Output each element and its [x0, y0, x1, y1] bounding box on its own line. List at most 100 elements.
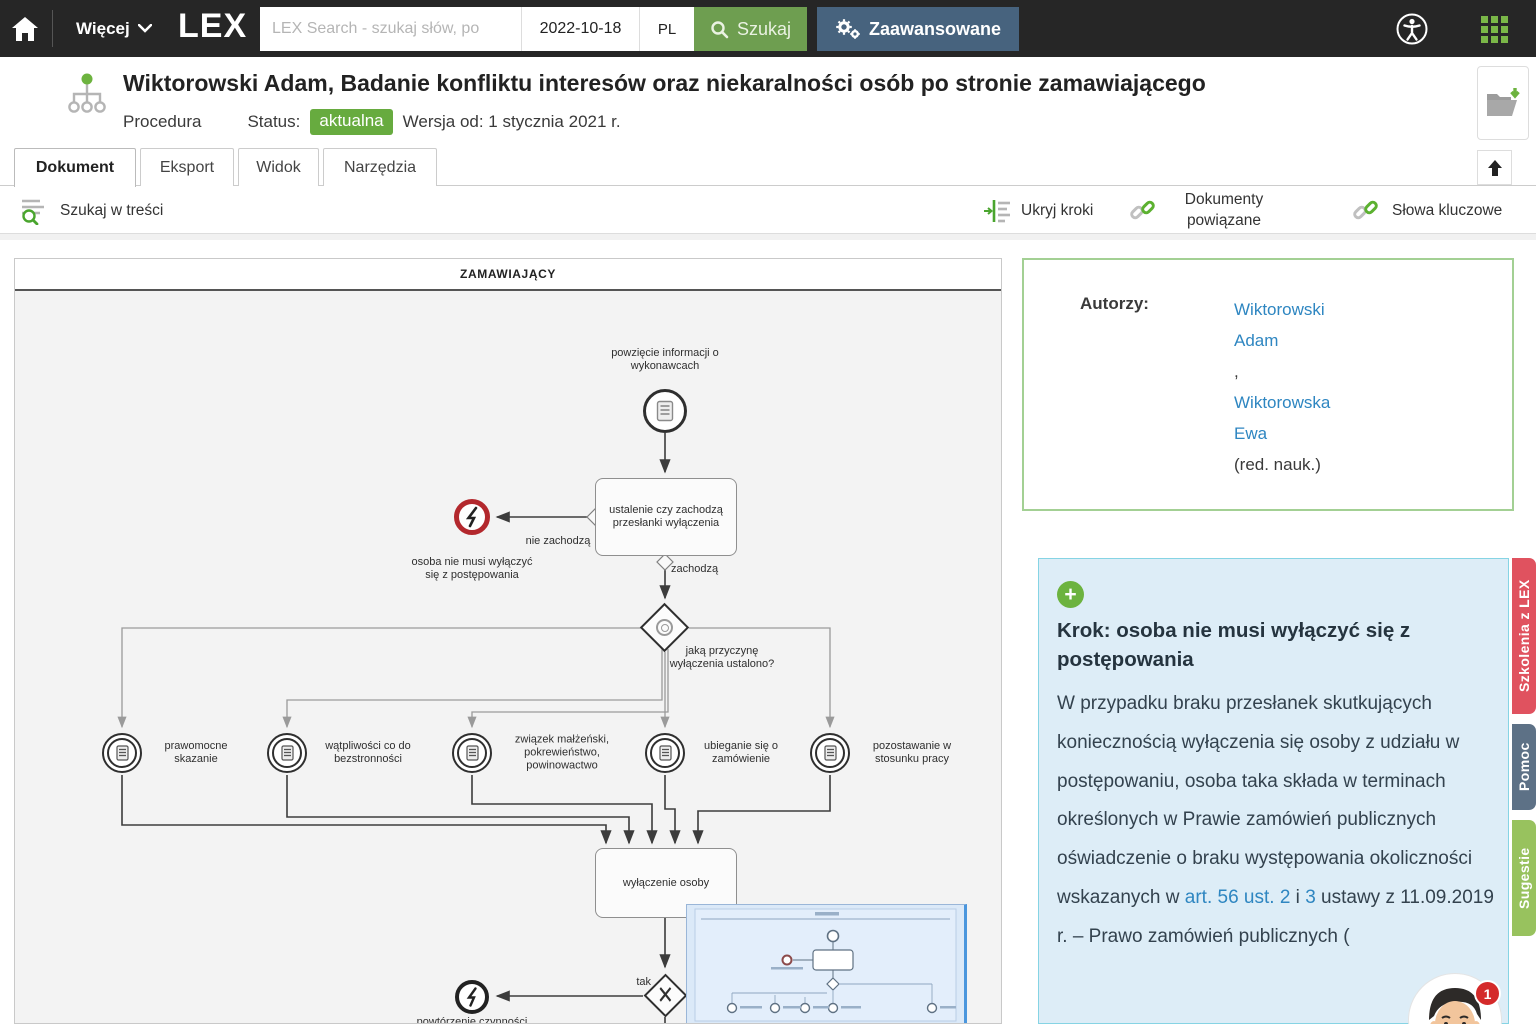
link-icon [1127, 195, 1159, 227]
document-meta: Procedura Status: aktualna Wersja od: 1 … [123, 109, 621, 135]
authors-list: Wiktorowski Adam , Wiktorowska Ewa (red.… [1234, 294, 1356, 480]
search-icon [710, 20, 729, 39]
version-label: Wersja od: 1 stycznia 2021 r. [403, 112, 621, 132]
lex-logo[interactable]: LEX [178, 7, 247, 46]
accessibility-icon [1393, 10, 1431, 48]
scroll-top-button[interactable] [1477, 150, 1512, 185]
advanced-button-label: Zaawansowane [869, 19, 1001, 40]
branch-node-pokrewienstwo[interactable] [452, 733, 492, 773]
edge-label-zachodza: zachodzą [671, 563, 751, 576]
document-icon [824, 745, 837, 761]
home-button[interactable] [0, 0, 50, 57]
search-in-content-button[interactable]: Szukaj w treści [20, 187, 163, 234]
gateway-question-label: jaką przyczynę wyłączenia ustalono? [663, 645, 781, 671]
plus-icon[interactable]: + [1057, 581, 1084, 608]
author-suffix: (red. nauk.) [1234, 449, 1356, 480]
edge-label-tak: tak [607, 976, 651, 989]
procedure-diagram-panel: ZAMAWIAJĄCY [14, 258, 1002, 1024]
hide-steps-label: Ukryj kroki [1021, 202, 1093, 220]
related-documents-button[interactable]: Dokumenty powiązane [1127, 187, 1279, 234]
law-link-art-56[interactable]: art. 56 ust. 2 [1185, 887, 1291, 908]
save-to-folder-button[interactable] [1477, 66, 1529, 140]
link-icon [1350, 195, 1382, 227]
lane-title: ZAMAWIAJĄCY [15, 259, 1001, 291]
branch-node-stosunek-pracy[interactable] [810, 733, 850, 773]
branch-label: wątpliwości co do bezstronności [313, 740, 423, 766]
apps-grid-button[interactable] [1478, 13, 1510, 45]
edge-label-nie-zachodza: nie zachodzą [513, 535, 603, 548]
keywords-button[interactable]: Słowa kluczowe [1350, 187, 1502, 234]
branch-node-bezstronnosc[interactable] [267, 733, 307, 773]
branch-node-zamowienie[interactable] [645, 733, 685, 773]
keywords-label: Słowa kluczowe [1392, 202, 1502, 220]
document-icon [656, 400, 674, 422]
status-badge: aktualna [310, 109, 392, 135]
branch-label: ubieganie się o zamówienie [691, 740, 791, 766]
author-link-wiktorowski-adam[interactable]: Wiktorowski Adam [1234, 300, 1325, 350]
arrow-up-icon [1486, 159, 1504, 177]
edge-tab-szkolenia[interactable]: Szkolenia z LEX [1512, 558, 1536, 714]
step-body-text: W przypadku braku przesłanek skutkującyc… [1057, 693, 1472, 908]
search-button[interactable]: Szukaj [694, 7, 807, 51]
minimap[interactable] [686, 904, 967, 1024]
branch-label: prawomocne skazanie [148, 740, 244, 766]
start-event-label: powzięcie informacji o wykonawcach [595, 347, 735, 373]
lightning-icon [463, 986, 481, 1008]
hide-steps-button[interactable]: Ukryj kroki [983, 187, 1093, 234]
edge-tab-sugestie[interactable]: Sugestie [1512, 820, 1536, 936]
edge-tab-pomoc[interactable]: Pomoc [1512, 724, 1536, 810]
page-title: Wiktorowski Adam, Badanie konfliktu inte… [123, 70, 1423, 97]
document-header: Wiktorowski Adam, Badanie konfliktu inte… [0, 57, 1536, 148]
more-label: Więcej [76, 19, 130, 39]
law-link-ust-3[interactable]: 3 [1305, 887, 1316, 908]
branch-label: związek małżeński, pokrewieństwo, powino… [498, 734, 626, 773]
document-icon [116, 745, 129, 761]
tab-dokument[interactable]: Dokument [14, 148, 136, 187]
chevron-down-icon [138, 24, 152, 33]
authors-box: Autorzy: Wiktorowski Adam , Wiktorowska … [1022, 258, 1514, 511]
end-event-label: osoba nie musi wyłączyć się z postępowan… [410, 556, 534, 582]
document-toolbar: Szukaj w treści Ukryj kroki Dokumenty po… [0, 187, 1536, 234]
end-event-red-node[interactable] [454, 499, 490, 535]
advanced-search-button[interactable]: Zaawansowane [817, 7, 1019, 51]
document-icon [659, 745, 672, 761]
start-event-node[interactable] [643, 389, 687, 433]
notification-badge[interactable]: 1 [1474, 980, 1501, 1007]
lightning-icon [462, 505, 482, 529]
date-field[interactable] [522, 7, 640, 51]
home-icon [11, 15, 39, 43]
related-documents-label: Dokumenty powiązane [1169, 190, 1279, 232]
branch-node-skazanie[interactable] [102, 733, 142, 773]
search-in-content-label: Szukaj w treści [60, 202, 163, 220]
step-info-box: + Krok: osoba nie musi wyłączyć się z po… [1038, 558, 1509, 1024]
authors-label: Autorzy: [1080, 294, 1149, 314]
minimap-thumbnail [687, 905, 964, 1024]
topbar: Więcej LEX PL Szukaj Zaawansowane [0, 0, 1536, 57]
end2-event-label: powtórzenie czynności [415, 1016, 529, 1024]
status-label: Status: [247, 112, 300, 132]
gateway-glyph [656, 619, 673, 636]
tab-narzedzia[interactable]: Narzędzia [323, 148, 437, 186]
search-in-text-icon [20, 197, 50, 225]
document-icon [281, 745, 294, 761]
more-menu-button[interactable]: Więcej [62, 0, 166, 57]
language-selector[interactable]: PL [640, 7, 694, 51]
lex-app: Więcej LEX PL Szukaj Zaawansowane [0, 0, 1536, 1024]
author-link-wiktorowska-ewa[interactable]: Wiktorowska Ewa [1234, 393, 1330, 443]
accessibility-button[interactable] [1393, 10, 1431, 48]
step-body: W przypadku braku przesłanek skutkującyc… [1057, 685, 1495, 956]
branch-label: pozostawanie w stosunku pracy [856, 740, 968, 766]
step-heading: Krok: osoba nie musi wyłączyć się z post… [1057, 617, 1477, 674]
tab-eksport[interactable]: Eksport [140, 148, 234, 186]
procedure-icon [64, 72, 110, 120]
search-input[interactable] [260, 7, 522, 51]
folder-download-icon [1484, 86, 1522, 120]
document-icon [466, 745, 479, 761]
gears-icon [835, 18, 861, 40]
x-glyph: ✕ [657, 980, 674, 1011]
doc-type-label: Procedura [123, 112, 201, 132]
task-node-ustalenie[interactable]: ustalenie czy zachodzą przesłanki wyłącz… [595, 478, 737, 556]
tab-widok[interactable]: Widok [238, 148, 319, 186]
end-event-black-node[interactable] [455, 980, 489, 1014]
step-body-sep: i [1290, 887, 1305, 908]
